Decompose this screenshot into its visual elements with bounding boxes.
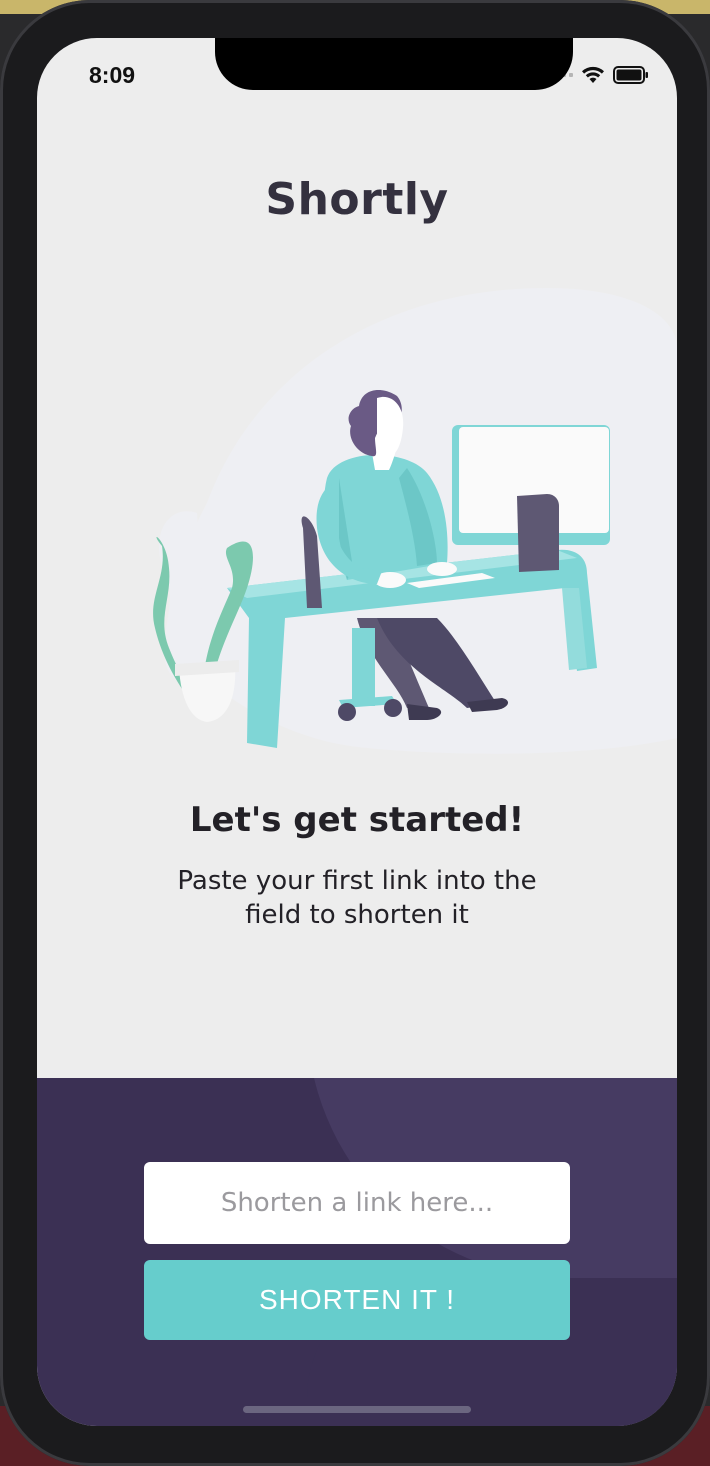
- wifi-icon: [582, 66, 604, 83]
- notch: [215, 38, 573, 90]
- link-input[interactable]: [144, 1162, 570, 1244]
- app-title: Shortly: [265, 174, 449, 225]
- empty-state-subtext: Paste your first link into the field to …: [177, 866, 537, 930]
- phone-frame: 8:09 Shortly Let's get started! Paste yo…: [0, 0, 710, 1466]
- app-screen: 8:09 Shortly Let's get started! Paste yo…: [37, 38, 677, 1426]
- person-at-desk-illustration: [153, 288, 677, 754]
- battery-icon: [613, 66, 648, 84]
- empty-state-heading: Let's get started!: [189, 800, 525, 840]
- status-time: 8:09: [89, 62, 136, 88]
- shorten-button[interactable]: SHORTEN IT !: [144, 1260, 570, 1340]
- shorten-panel: [37, 1078, 677, 1426]
- home-indicator[interactable]: [243, 1406, 471, 1413]
